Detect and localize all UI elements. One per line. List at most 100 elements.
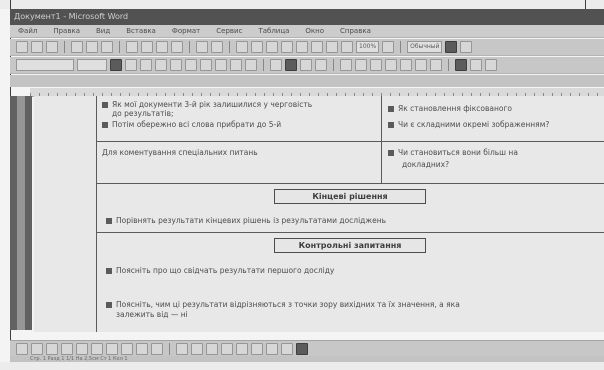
dash-style-icon[interactable] [236,342,248,355]
vertical-ruler-scale [17,96,25,330]
show-hide-icon[interactable] [341,41,353,53]
case-icon[interactable] [230,59,242,71]
insert-table-icon[interactable] [266,41,278,53]
extra-icon-3[interactable] [485,59,497,71]
line-color-icon[interactable] [191,342,203,355]
extra-icon-2[interactable] [470,59,482,71]
spell-icon[interactable] [101,41,113,53]
table-row-line [96,183,604,184]
font-effect-icon[interactable] [200,59,212,71]
separator [229,41,230,53]
italic-icon[interactable] [125,59,137,71]
menu-insert[interactable]: Вставка [126,25,156,37]
borders-icon[interactable] [400,59,412,71]
menu-file[interactable]: Файл [18,25,37,37]
format-painter-icon[interactable] [171,41,183,53]
shadow-icon[interactable] [266,342,278,355]
subscript-icon[interactable] [185,59,197,71]
zoom-select[interactable]: 100% [356,41,380,53]
fill-color-icon[interactable] [176,342,188,355]
scan-edge-bottom [0,362,604,370]
menu-help[interactable]: Справка [340,25,371,37]
increase-indent-icon[interactable] [385,59,397,71]
list-item: Порівнять результати кінцевих рішень із … [106,216,386,226]
tables-borders-icon[interactable] [251,41,263,53]
toolbar-handle-icon-2[interactable] [455,59,467,71]
menu-tools[interactable]: Сервис [216,25,242,37]
clipart-icon[interactable] [151,342,163,355]
align-right-icon[interactable] [300,59,312,71]
separator [263,59,264,71]
align-center-icon[interactable] [285,59,297,71]
table-divider-middle [381,141,382,183]
draw-menu-icon[interactable] [16,342,28,355]
textbox-icon[interactable] [121,342,133,355]
hyperlink-icon[interactable] [236,41,248,53]
insert-excel-icon[interactable] [281,41,293,53]
align-left-icon[interactable] [270,59,282,71]
open-icon[interactable] [31,41,43,53]
line-icon[interactable] [61,342,73,355]
formatting-toolbar [10,57,604,74]
oval-icon[interactable] [106,342,118,355]
document-map-icon[interactable] [326,41,338,53]
bullet-icon [102,102,108,108]
autoshapes-icon[interactable] [46,342,58,355]
arrow-icon[interactable] [76,342,88,355]
preview-icon[interactable] [86,41,98,53]
drawing-toolbar [10,340,604,356]
undo-icon[interactable] [196,41,208,53]
menu-edit[interactable]: Правка [53,25,80,37]
cell-text: Для коментування спеціальних питань [102,148,258,157]
print-icon[interactable] [71,41,83,53]
strike-icon[interactable] [155,59,167,71]
select-objects-icon[interactable] [31,342,43,355]
wordart-icon[interactable] [136,342,148,355]
underline-icon[interactable] [140,59,152,71]
menu-view[interactable]: Вид [96,25,110,37]
numbering-icon[interactable] [340,59,352,71]
toolbar-handle-icon-3[interactable] [296,342,308,355]
list-item: Потім обережно всі слова прибрати до 5-й [102,120,281,130]
bullet-icon [388,150,394,156]
list-item: Чи є складними окремі зображенням? [388,120,549,130]
columns-icon[interactable] [296,41,308,53]
line-style-icon[interactable] [221,342,233,355]
drawing-icon[interactable] [311,41,323,53]
bold-icon[interactable] [110,59,122,71]
new-doc-icon[interactable] [16,41,28,53]
font-color-icon[interactable] [430,59,442,71]
view-select[interactable]: Обычный [407,41,443,53]
paste-icon[interactable] [156,41,168,53]
superscript-icon[interactable] [170,59,182,71]
justify-icon[interactable] [315,59,327,71]
bullets-icon[interactable] [355,59,367,71]
menu-format[interactable]: Формат [172,25,200,37]
toolbar-handle-icon[interactable] [445,41,458,53]
cut-icon[interactable] [126,41,138,53]
menu-table[interactable]: Таблица [258,25,289,37]
list-item-cont: залежить від — ні [116,310,188,319]
highlight-icon[interactable] [415,59,427,71]
help-icon[interactable] [382,41,395,53]
separator [333,59,334,71]
separator [448,59,449,71]
font-color-draw-icon[interactable] [206,342,218,355]
save-icon[interactable] [46,41,58,53]
copy-icon[interactable] [141,41,153,53]
list-item: Як становлення фіксованого [388,104,512,114]
extra-icon[interactable] [460,41,473,53]
rectangle-icon[interactable] [91,342,103,355]
table-row-line [96,232,604,233]
table-divider-top [381,96,382,141]
symbol-icon[interactable] [245,59,257,71]
redo-icon[interactable] [211,41,223,53]
style-select[interactable] [16,59,74,71]
menu-window[interactable]: Окно [305,25,324,37]
char-spacing-icon[interactable] [215,59,227,71]
3d-icon[interactable] [281,342,293,355]
arrow-style-icon[interactable] [251,342,263,355]
decrease-indent-icon[interactable] [370,59,382,71]
font-size-select[interactable] [77,59,107,71]
list-item: Чи становиться вони більш на [388,148,518,158]
